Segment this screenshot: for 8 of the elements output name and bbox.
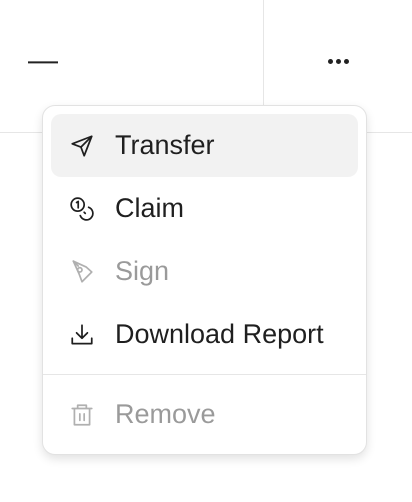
menu-item[interactable]: Download Report (51, 303, 358, 366)
menu-item[interactable]: Transfer (51, 114, 358, 177)
coins-icon (69, 196, 95, 222)
download-icon (69, 322, 95, 348)
trash-icon (69, 402, 95, 428)
menu-item[interactable]: Claim (51, 177, 358, 240)
send-icon (69, 132, 95, 158)
table-cell: — (28, 44, 58, 78)
